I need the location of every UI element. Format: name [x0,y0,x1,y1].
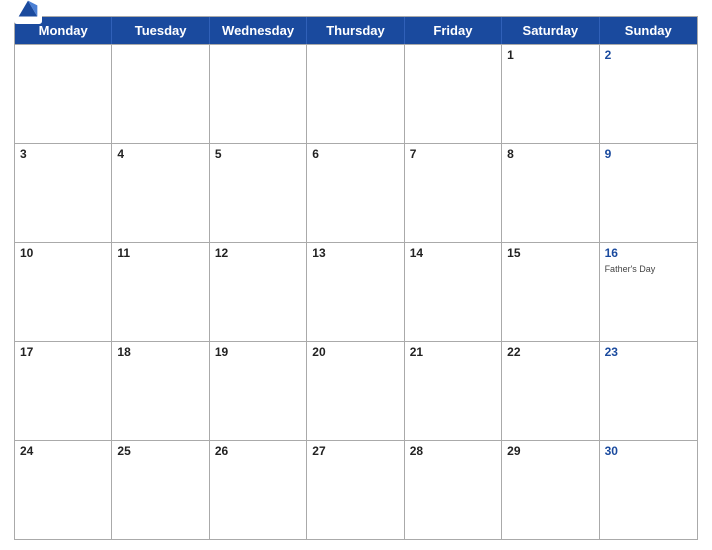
cal-cell: 3 [15,144,112,242]
cal-cell: 28 [405,441,502,539]
day-number: 25 [117,444,203,460]
day-number: 12 [215,246,301,262]
day-number: 27 [312,444,398,460]
header-cell-sunday: Sunday [600,17,697,44]
day-number: 11 [117,246,203,262]
cal-cell: 15 [502,243,599,341]
cal-cell: 20 [307,342,404,440]
calendar: MondayTuesdayWednesdayThursdayFridaySatu… [14,16,698,540]
day-number: 28 [410,444,496,460]
cal-cell: 21 [405,342,502,440]
cal-cell: 24 [15,441,112,539]
day-number: 10 [20,246,106,262]
day-number: 21 [410,345,496,361]
cal-cell: 7 [405,144,502,242]
cal-cell: 1 [502,45,599,143]
cal-cell: 8 [502,144,599,242]
page: MondayTuesdayWednesdayThursdayFridaySatu… [0,0,712,550]
calendar-header-row: MondayTuesdayWednesdayThursdayFridaySatu… [15,17,697,44]
day-number: 17 [20,345,106,361]
day-number: 7 [410,147,496,163]
day-number: 23 [605,345,692,361]
logo [14,0,45,24]
day-number: 14 [410,246,496,262]
week-row-1: 12 [15,44,697,143]
cal-cell: 14 [405,243,502,341]
day-number: 16 [605,246,692,262]
cal-cell: 25 [112,441,209,539]
day-number: 30 [605,444,692,460]
day-number: 8 [507,147,593,163]
day-number: 15 [507,246,593,262]
cal-cell: 17 [15,342,112,440]
logo-icon [14,0,42,24]
cal-cell [307,45,404,143]
cal-cell: 30 [600,441,697,539]
day-number: 9 [605,147,692,163]
cal-cell: 9 [600,144,697,242]
cal-cell: 18 [112,342,209,440]
cal-cell [210,45,307,143]
cal-cell: 11 [112,243,209,341]
day-number: 5 [215,147,301,163]
cal-cell: 19 [210,342,307,440]
cal-cell: 27 [307,441,404,539]
cal-cell [405,45,502,143]
header-cell-wednesday: Wednesday [210,17,307,44]
week-row-3: 10 11 12 13 14 15 16 Father's Day [15,242,697,341]
day-number: 13 [312,246,398,262]
day-number: 1 [507,48,593,64]
cal-cell: 4 [112,144,209,242]
day-number: 20 [312,345,398,361]
week-row-5: 24 25 26 27 28 29 30 [15,440,697,539]
week-row-2: 3456789 [15,143,697,242]
day-number: 2 [605,48,692,64]
day-number: 22 [507,345,593,361]
header-cell-tuesday: Tuesday [112,17,209,44]
day-number: 6 [312,147,398,163]
cal-cell: 26 [210,441,307,539]
header-cell-saturday: Saturday [502,17,599,44]
day-number: 24 [20,444,106,460]
day-number: 26 [215,444,301,460]
header-cell-friday: Friday [405,17,502,44]
header-cell-thursday: Thursday [307,17,404,44]
day-number: 18 [117,345,203,361]
day-number: 29 [507,444,593,460]
cal-cell [15,45,112,143]
day-number: 19 [215,345,301,361]
cal-cell: 2 [600,45,697,143]
cal-cell: 29 [502,441,599,539]
calendar-body: 12345678910111213141516Father's Day17181… [15,44,697,539]
day-number: 4 [117,147,203,163]
cal-cell: 10 [15,243,112,341]
cal-cell: 16 Father's Day [600,243,697,341]
cal-cell: 13 [307,243,404,341]
cal-cell: 23 [600,342,697,440]
event-label: Father's Day [605,264,692,275]
cal-cell: 5 [210,144,307,242]
week-row-4: 17 18 19 20 21 22 23 [15,341,697,440]
day-number: 3 [20,147,106,163]
cal-cell: 22 [502,342,599,440]
cal-cell: 6 [307,144,404,242]
cal-cell [112,45,209,143]
cal-cell: 12 [210,243,307,341]
